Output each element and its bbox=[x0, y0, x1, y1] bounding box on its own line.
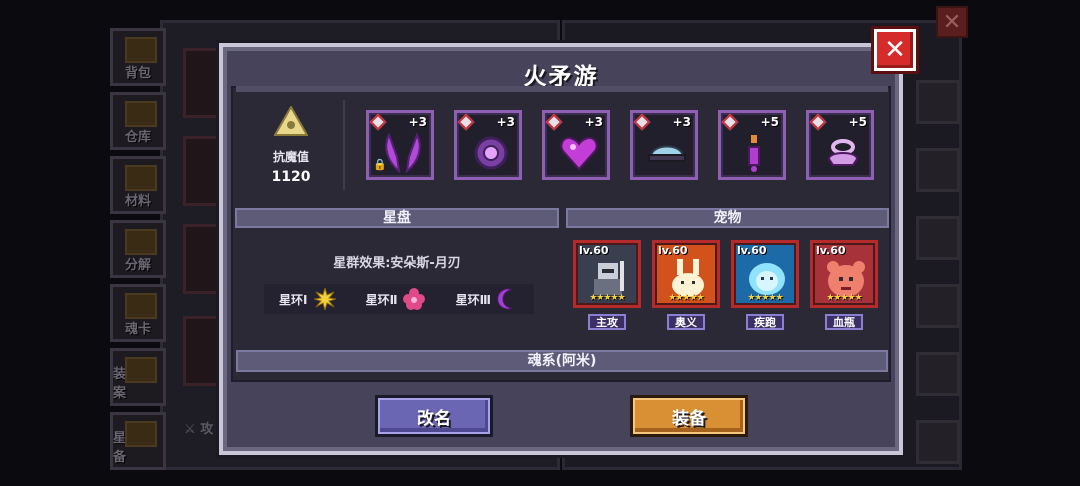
pet-portrait: lv.60 ★★★★★ bbox=[810, 240, 878, 308]
pet-level: lv.60 bbox=[816, 244, 846, 257]
divider bbox=[343, 100, 345, 190]
sidebar-item-storage[interactable]: 仓库 bbox=[110, 92, 166, 150]
enhance-level: +3 bbox=[496, 115, 515, 129]
pet-slot-4[interactable]: lv.60 ★★★★★ 血瓶 bbox=[810, 240, 878, 330]
pets-header: 宠物 bbox=[566, 208, 889, 228]
background-sidebar: 背包 仓库 材料 分解 魂卡 装备方案 星界装备 bbox=[108, 28, 168, 476]
enhance-level: +3 bbox=[408, 115, 427, 129]
anti-magic-stat: 抗魔值 1120 bbox=[256, 104, 326, 185]
star-rings: 星环Ⅰ 星环Ⅱ 星环Ⅲ bbox=[264, 284, 534, 314]
anti-magic-value: 1120 bbox=[271, 169, 311, 185]
sidebar-item-materials[interactable]: 材料 bbox=[110, 156, 166, 214]
rarity-gem-icon bbox=[721, 113, 739, 131]
enhance-level: +3 bbox=[672, 115, 691, 129]
sun-icon bbox=[313, 288, 336, 310]
close-button[interactable]: ✕ bbox=[874, 29, 916, 71]
sidebar-label: 装备方案 bbox=[113, 367, 153, 401]
background-slot bbox=[916, 352, 960, 396]
stat-label: 攻 bbox=[200, 422, 214, 437]
background-slot bbox=[916, 420, 960, 464]
pet-portrait: lv.60 ★★★★★ bbox=[573, 240, 641, 308]
close-icon: ✕ bbox=[884, 35, 906, 65]
star-disk-header: 星盘 bbox=[235, 208, 559, 228]
ring-label: 星环Ⅰ bbox=[279, 292, 308, 307]
soul-system-bar[interactable]: 魂系(阿米) bbox=[236, 350, 888, 372]
heart-icon bbox=[560, 136, 598, 171]
sidebar-item-dismantle[interactable]: 分解 bbox=[110, 220, 166, 278]
pet-slot-1[interactable]: lv.60 ★★★★★ 主攻 bbox=[573, 240, 641, 330]
pet-role-tag: 主攻 bbox=[588, 314, 626, 330]
pet-role-tag: 疾跑 bbox=[746, 314, 784, 330]
pet-role-tag: 奥义 bbox=[667, 314, 705, 330]
pet-portrait: lv.60 ★★★★★ bbox=[652, 240, 720, 308]
star-ring-1[interactable]: 星环Ⅰ bbox=[279, 288, 336, 310]
gear-amulet-icon bbox=[474, 136, 508, 170]
pet-slot-3[interactable]: lv.60 ★★★★★ 疾跑 bbox=[731, 240, 799, 330]
sidebar-item-bag[interactable]: 背包 bbox=[110, 28, 166, 86]
background-slot bbox=[916, 148, 960, 192]
sidebar-label: 星界装备 bbox=[113, 431, 153, 465]
rarity-gem-icon bbox=[633, 113, 651, 131]
lock-icon: 🔒 bbox=[373, 158, 387, 171]
pendant-icon bbox=[748, 135, 760, 172]
pet-slot-2[interactable]: lv.60 ★★★★★ 奥义 bbox=[652, 240, 720, 330]
pet-level: lv.60 bbox=[579, 244, 609, 257]
pet-level: lv.60 bbox=[737, 244, 767, 257]
equip-slot-3[interactable]: +3 bbox=[542, 110, 610, 180]
background-slot bbox=[916, 284, 960, 328]
background-close-icon: ✕ bbox=[936, 6, 968, 38]
equip-button[interactable]: 装备 bbox=[630, 395, 748, 437]
background-slot bbox=[916, 216, 960, 260]
pet-portrait: lv.60 ★★★★★ bbox=[731, 240, 799, 308]
enhance-level: +5 bbox=[848, 115, 867, 129]
sidebar-label: 魂卡 bbox=[124, 322, 151, 337]
sidebar-label: 材料 bbox=[124, 194, 151, 209]
triangle-eye-icon bbox=[273, 104, 309, 136]
equip-slot-2[interactable]: +3 bbox=[454, 110, 522, 180]
enhance-level: +5 bbox=[760, 115, 779, 129]
pet-stars: ★★★★★ bbox=[668, 293, 704, 303]
claw-horns-icon bbox=[385, 132, 421, 174]
scroll-edge bbox=[236, 86, 888, 92]
moon-icon bbox=[497, 288, 513, 310]
pet-stars: ★★★★★ bbox=[589, 293, 625, 303]
pet-level: lv.60 bbox=[658, 244, 688, 257]
equip-slot-1[interactable]: +3 🔒 bbox=[366, 110, 434, 180]
rarity-gem-icon bbox=[457, 113, 475, 131]
rarity-gem-icon bbox=[545, 113, 563, 131]
equip-slot-6[interactable]: +5 bbox=[806, 110, 874, 180]
equip-slot-5[interactable]: +5 bbox=[718, 110, 786, 180]
sidebar-item-soul-card[interactable]: 魂卡 bbox=[110, 284, 166, 342]
pet-stars: ★★★★★ bbox=[826, 293, 862, 303]
sword-icon: ⚔ bbox=[184, 422, 196, 437]
ring-icon bbox=[827, 139, 859, 166]
constellation-effect: 星群效果:安朵斯-月刃 bbox=[333, 256, 461, 271]
sidebar-item-equip-plan[interactable]: 装备方案 bbox=[110, 348, 166, 406]
sidebar-label: 背包 bbox=[124, 66, 151, 81]
flower-icon bbox=[403, 288, 426, 310]
star-ring-3[interactable]: 星环Ⅲ bbox=[456, 288, 519, 310]
ring-label: 星环Ⅲ bbox=[455, 292, 491, 307]
equip-slot-4[interactable]: +3 bbox=[630, 110, 698, 180]
rarity-gem-icon bbox=[369, 113, 387, 131]
sidebar-label: 分解 bbox=[124, 258, 151, 273]
sidebar-item-astral-equip[interactable]: 星界装备 bbox=[110, 412, 166, 470]
helmet-icon bbox=[648, 145, 686, 162]
rename-button[interactable]: 改名 bbox=[375, 395, 493, 437]
background-slot bbox=[916, 80, 960, 124]
pet-role-tag: 血瓶 bbox=[825, 314, 863, 330]
rarity-gem-icon bbox=[809, 113, 827, 131]
enhance-level: +3 bbox=[584, 115, 603, 129]
anti-magic-label: 抗魔值 bbox=[272, 150, 309, 164]
star-ring-2[interactable]: 星环Ⅱ bbox=[366, 288, 426, 310]
sidebar-label: 仓库 bbox=[124, 130, 151, 145]
pet-stars: ★★★★★ bbox=[747, 293, 783, 303]
ring-label: 星环Ⅱ bbox=[365, 292, 398, 307]
